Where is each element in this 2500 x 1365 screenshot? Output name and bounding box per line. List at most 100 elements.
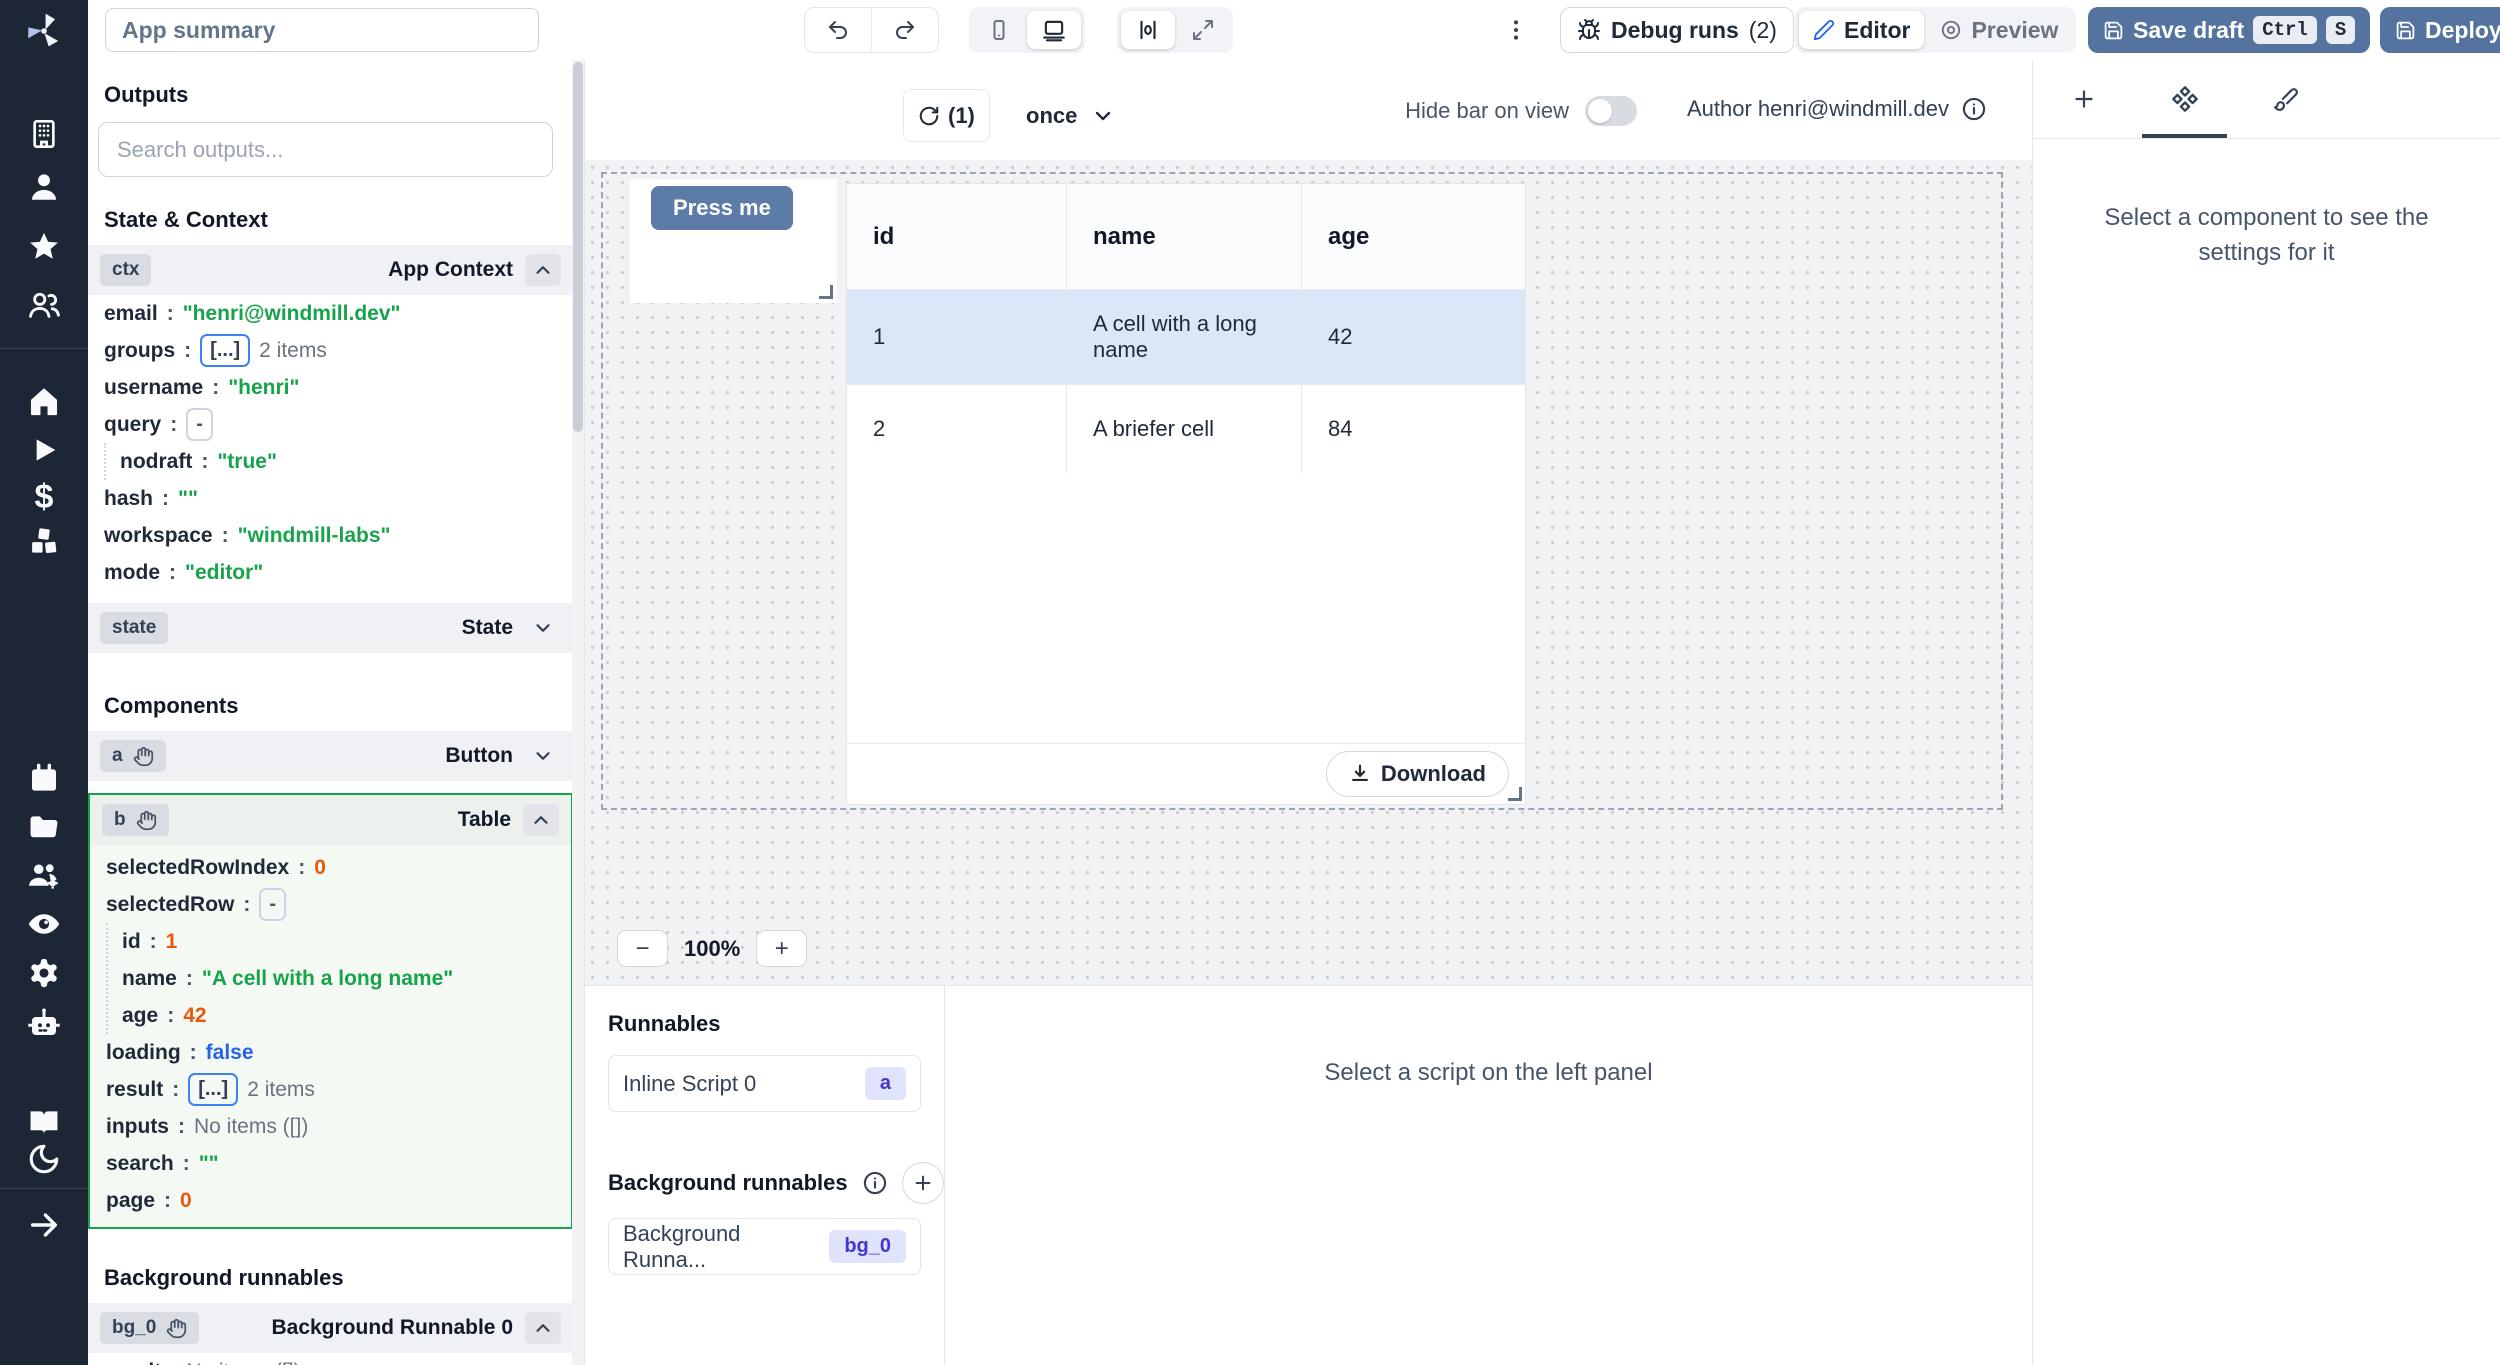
schedules-calendar-icon[interactable] <box>0 762 88 794</box>
folders-icon[interactable] <box>0 810 88 844</box>
table-row[interactable]: 2 A briefer cell 84 <box>847 384 1525 473</box>
bg0-section-row[interactable]: bg_0 Background Runnable 0 <box>88 1303 573 1353</box>
resize-handle[interactable] <box>819 285 833 299</box>
dark-mode-moon-icon[interactable] <box>0 1142 88 1176</box>
column-header[interactable]: age <box>1302 184 1525 289</box>
schedule-select[interactable]: once <box>1026 89 1115 142</box>
center-layout-button[interactable] <box>1121 11 1175 49</box>
align-center-icon <box>1135 17 1161 43</box>
button-component-cell[interactable]: Press me <box>630 179 837 303</box>
tab-component-settings[interactable] <box>2134 60 2235 138</box>
workers-users-gear-icon[interactable] <box>0 858 88 894</box>
tab-add-component[interactable] <box>2033 60 2134 138</box>
fullscreen-button[interactable] <box>1177 11 1229 49</box>
ctx-section-row[interactable]: ctx App Context <box>88 245 573 295</box>
outputs-scrollbar[interactable] <box>572 60 584 1365</box>
column-header[interactable]: id <box>847 184 1067 289</box>
collapse-bg0-button[interactable] <box>525 1312 561 1344</box>
editor-label: Editor <box>1844 17 1910 44</box>
hide-bar-toggle[interactable] <box>1585 96 1637 126</box>
inline-script-badge: a <box>865 1067 906 1100</box>
star-icon[interactable] <box>0 230 88 264</box>
refresh-button[interactable]: (1) <box>903 89 990 142</box>
runs-play-icon[interactable] <box>0 434 88 466</box>
desktop-view-button[interactable] <box>1027 11 1081 49</box>
b-type-label: Table <box>458 808 511 832</box>
user-icon[interactable] <box>0 170 88 204</box>
output-row: selectedRowIndex:0 <box>90 849 571 886</box>
canvas-zoom-controls: − 100% + <box>617 930 807 967</box>
redo-button[interactable] <box>871 8 938 52</box>
collapse-b-button[interactable] <box>523 804 559 836</box>
output-row: email:"henri@windmill.dev" <box>88 295 573 332</box>
expand-array-box[interactable]: [...] <box>188 1073 238 1106</box>
undo-button[interactable] <box>805 8 871 52</box>
resources-cubes-icon[interactable] <box>0 524 88 558</box>
workspace-icon[interactable] <box>0 118 88 150</box>
inline-script-item[interactable]: Inline Script 0 a <box>608 1055 921 1112</box>
more-menu-button[interactable] <box>1496 7 1536 53</box>
deploy-button[interactable]: Deploy <box>2380 7 2500 53</box>
canvas-toolbar: (1) once Hide bar on view Author henri@w… <box>585 60 2032 160</box>
canvas-grid[interactable]: Press me id name age 1 A cell with a lon… <box>585 160 2032 985</box>
zoom-out-button[interactable]: − <box>617 930 668 967</box>
redo-icon <box>893 18 917 42</box>
column-header[interactable]: name <box>1067 184 1302 289</box>
home-icon[interactable] <box>0 384 88 418</box>
output-row: loading:false <box>90 1034 571 1071</box>
background-runnable-item[interactable]: Background Runna... bg_0 <box>608 1218 921 1275</box>
table-footer: Download <box>847 743 1525 804</box>
zoom-in-button[interactable]: + <box>756 930 807 967</box>
collapse-ctx-button[interactable] <box>525 254 561 286</box>
expand-a-button[interactable] <box>525 740 561 772</box>
tab-editor[interactable]: Editor <box>1799 11 1924 49</box>
scrollbar-thumb[interactable] <box>573 62 583 432</box>
variables-dollar-icon[interactable]: $ <box>0 478 88 517</box>
component-a-row[interactable]: a Button <box>88 731 573 781</box>
debug-runs-button[interactable]: Debug runs (2) <box>1560 7 1794 53</box>
output-row: inputs:No items ([]) <box>90 1108 571 1145</box>
docs-book-icon[interactable] <box>0 1105 88 1139</box>
audit-eye-icon[interactable] <box>0 906 88 942</box>
expand-array-box[interactable]: [...] <box>200 334 250 367</box>
laptop-icon <box>1041 17 1067 43</box>
press-me-button[interactable]: Press me <box>651 186 793 230</box>
windmill-logo[interactable] <box>0 10 88 52</box>
runnables-list: Runnables Inline Script 0 a Background r… <box>585 986 945 1365</box>
components-icon <box>2171 85 2199 113</box>
mobile-view-button[interactable] <box>973 11 1025 49</box>
save-draft-button[interactable]: Save draft Ctrl S <box>2088 7 2370 53</box>
ctx-type-label: App Context <box>388 258 513 282</box>
groups-icon[interactable] <box>0 288 88 322</box>
collapse-arrow-icon[interactable] <box>0 1208 88 1242</box>
search-outputs-input[interactable] <box>98 122 553 177</box>
preview-label: Preview <box>1971 17 2058 44</box>
resize-handle[interactable] <box>1508 787 1522 801</box>
chevron-up-icon <box>532 259 554 281</box>
expand-state-button[interactable] <box>525 612 561 644</box>
author-label: Author henri@windmill.dev <box>1687 96 1949 122</box>
ai-robot-icon[interactable] <box>0 1005 88 1041</box>
app-summary-input[interactable] <box>105 8 539 52</box>
table-row-selected[interactable]: 1 A cell with a long name 42 <box>847 290 1525 384</box>
info-icon <box>862 1170 888 1196</box>
add-background-runnable-button[interactable] <box>902 1162 944 1204</box>
tab-styling[interactable] <box>2235 60 2336 138</box>
output-row: groups:[...]2 items <box>88 332 573 369</box>
settings-gear-icon[interactable] <box>0 956 88 990</box>
empty-value-box[interactable]: - <box>186 408 213 441</box>
output-row: result:No items ([]) <box>88 1353 573 1365</box>
tab-preview[interactable]: Preview <box>1926 11 2072 49</box>
hand-pointer-icon <box>136 810 157 831</box>
save-icon <box>2395 20 2416 41</box>
main-sidebar: $ <box>0 0 88 1365</box>
state-section-row[interactable]: state State <box>88 603 573 653</box>
b-chip: b <box>102 804 169 836</box>
author-info: Author henri@windmill.dev <box>1687 96 1987 122</box>
component-b-section-selected: b Table selectedRowIndex:0 selectedRow:-… <box>88 793 573 1229</box>
component-b-row[interactable]: b Table <box>90 795 571 845</box>
empty-value-box[interactable]: - <box>259 888 286 921</box>
download-button[interactable]: Download <box>1326 751 1509 797</box>
output-row: mode:"editor" <box>88 554 573 591</box>
paintbrush-icon <box>2273 86 2299 112</box>
